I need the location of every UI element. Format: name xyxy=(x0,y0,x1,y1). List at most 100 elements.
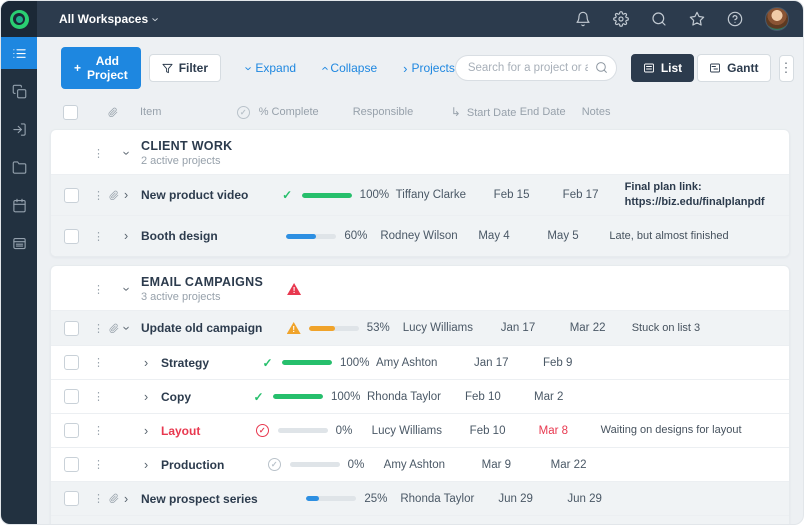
kebab-icon[interactable]: ⋮ xyxy=(93,189,109,202)
end-date: Mar 2 xyxy=(534,391,596,403)
table-row[interactable]: ⋮ › New product video ✓ 100% Tiffany Cla… xyxy=(51,174,789,215)
item-name[interactable]: New product video xyxy=(141,188,280,202)
kebab-icon[interactable]: ⋮ xyxy=(93,230,109,243)
group-card-client-work: ⋮ › CLIENT WORK 2 active projects ! ⋮ xyxy=(50,129,790,257)
star-icon[interactable] xyxy=(689,11,705,27)
table-row[interactable]: ⋮ › Booth design 60% Rodney Wilson May 4… xyxy=(51,215,789,256)
chevron-down-icon[interactable]: › xyxy=(120,151,133,155)
kebab-icon[interactable]: ⋮ xyxy=(93,424,109,437)
chevron-right-icon[interactable]: › xyxy=(124,493,128,506)
gantt-view-button[interactable]: Gantt xyxy=(697,54,770,82)
item-name[interactable]: Strategy xyxy=(161,356,260,370)
column-item[interactable]: Item xyxy=(140,106,237,118)
sidebar-item-notes[interactable] xyxy=(1,227,37,259)
collapse-link[interactable]: › Collapse xyxy=(322,61,377,75)
row-checkbox[interactable] xyxy=(64,491,79,506)
filter-button[interactable]: Filter xyxy=(149,54,221,82)
chevron-down-icon[interactable]: › xyxy=(120,287,133,291)
table-row[interactable]: ⋮ › Production ✓ 0% Amy Ashton Mar 9 Mar… xyxy=(51,447,789,481)
sidebar-item-boards[interactable] xyxy=(1,75,37,107)
column-notes[interactable]: Notes xyxy=(582,105,790,120)
row-checkbox[interactable] xyxy=(64,355,79,370)
chevron-right-icon[interactable]: › xyxy=(144,425,148,438)
kebab-icon[interactable]: ⋮ xyxy=(93,283,109,296)
start-date: Mar 9 xyxy=(482,459,551,471)
add-project-button[interactable]: + Add Project xyxy=(61,47,141,89)
column-start[interactable]: Start Date xyxy=(467,107,517,119)
user-avatar[interactable] xyxy=(765,7,789,31)
chevron-right-icon[interactable]: › xyxy=(144,357,148,370)
app-logo[interactable] xyxy=(1,1,37,37)
sidebar-item-projects-folder[interactable] xyxy=(1,151,37,183)
table-row[interactable]: ⋮ › Direct mail campaign ! 20% Jonny Li … xyxy=(51,515,789,524)
table-row[interactable]: ⋮ › New prospect series 25% Rhonda Taylo… xyxy=(51,481,789,515)
projects-link[interactable]: › Projects xyxy=(403,61,455,75)
responsible: Lucy Williams xyxy=(403,322,501,334)
end-date: Mar 8 xyxy=(539,425,601,437)
chevron-right-icon[interactable]: › xyxy=(124,230,128,243)
row-checkbox[interactable] xyxy=(64,457,79,472)
sidebar-item-calendar[interactable] xyxy=(1,189,37,221)
kebab-icon[interactable]: ⋮ xyxy=(93,356,109,369)
more-options-button[interactable]: ⋮ xyxy=(779,55,794,82)
notes-link[interactable]: https://biz.edu/finalplanpdf xyxy=(625,195,779,210)
row-checkbox[interactable] xyxy=(64,229,79,244)
item-name[interactable]: Update old campaign xyxy=(141,321,287,335)
main-content: + Add Project Filter › Expand › Collapse… xyxy=(37,37,803,524)
item-name[interactable]: Booth design xyxy=(141,229,264,243)
gear-icon[interactable] xyxy=(613,11,629,27)
group-subtitle: 3 active projects xyxy=(141,291,287,303)
notes: Waiting on designs for layout xyxy=(601,423,789,438)
topbar: All Workspaces › xyxy=(1,1,803,37)
kebab-icon[interactable]: ⋮ xyxy=(93,390,109,403)
chevron-right-icon[interactable]: › xyxy=(144,391,148,404)
table-row[interactable]: ⋮ › Copy ✓ 100% Rhonda Taylor Feb 10 Mar… xyxy=(51,379,789,413)
notes: Stuck on list 3 xyxy=(632,321,789,336)
help-icon[interactable] xyxy=(727,11,743,27)
select-all-checkbox[interactable] xyxy=(63,105,78,120)
sidebar-item-list-view[interactable] xyxy=(1,37,37,69)
responsible: Tiffany Clarke xyxy=(396,189,494,201)
notes: Late, but almost finished xyxy=(609,229,789,244)
item-name[interactable]: New prospect series xyxy=(141,492,284,506)
status-icon: ✓ xyxy=(268,458,281,471)
filter-label: Filter xyxy=(179,61,208,75)
start-date: Feb 10 xyxy=(470,425,539,437)
row-checkbox[interactable] xyxy=(64,188,79,203)
bell-icon[interactable] xyxy=(575,11,591,27)
workspace-switcher[interactable]: All Workspaces › xyxy=(59,12,159,26)
chevron-down-icon[interactable]: › xyxy=(120,326,133,330)
table-row[interactable]: ⋮ › Layout ✓ 0% Lucy Williams Feb 10 Mar… xyxy=(51,413,789,447)
kebab-icon[interactable]: ⋮ xyxy=(93,492,109,505)
search-input[interactable] xyxy=(455,55,617,81)
item-name[interactable]: Layout xyxy=(161,424,256,438)
row-checkbox[interactable] xyxy=(64,423,79,438)
table-row[interactable]: ⋮ › Update old campaign ! 53% Lucy Willi… xyxy=(51,310,789,345)
group-header[interactable]: ⋮ › CLIENT WORK 2 active projects ! xyxy=(51,130,789,174)
list-view-button[interactable]: List xyxy=(631,54,694,82)
notes: Final plan link: https://biz.edu/finalpl… xyxy=(625,180,789,210)
sidebar xyxy=(1,37,37,524)
responsible: Amy Ashton xyxy=(376,357,474,369)
item-name[interactable]: Production xyxy=(161,458,268,472)
responsible: Rodney Wilson xyxy=(380,230,478,242)
kebab-icon[interactable]: ⋮ xyxy=(93,458,109,471)
column-responsible[interactable]: Responsible xyxy=(353,106,451,118)
list-icon xyxy=(643,62,655,74)
kebab-icon[interactable]: ⋮ xyxy=(93,322,109,335)
row-checkbox[interactable] xyxy=(64,389,79,404)
row-checkbox[interactable] xyxy=(64,321,79,336)
table-row[interactable]: ⋮ › Strategy ✓ 100% Amy Ashton Jan 17 Fe… xyxy=(51,345,789,379)
item-name[interactable]: Copy xyxy=(161,390,251,404)
sidebar-item-login[interactable] xyxy=(1,113,37,145)
kebab-icon[interactable]: ⋮ xyxy=(93,147,109,160)
chevron-right-icon[interactable]: › xyxy=(144,459,148,472)
status-icon: ✓ xyxy=(280,189,295,202)
column-complete[interactable]: % Complete xyxy=(259,106,353,118)
group-header[interactable]: ⋮ › EMAIL CAMPAIGNS 3 active projects ! xyxy=(51,266,789,310)
chevron-right-icon[interactable]: › xyxy=(124,189,128,202)
paperclip-icon xyxy=(108,107,123,118)
column-end[interactable]: End Date xyxy=(520,106,582,118)
expand-link[interactable]: › Expand xyxy=(247,61,296,75)
search-icon[interactable] xyxy=(651,11,667,27)
